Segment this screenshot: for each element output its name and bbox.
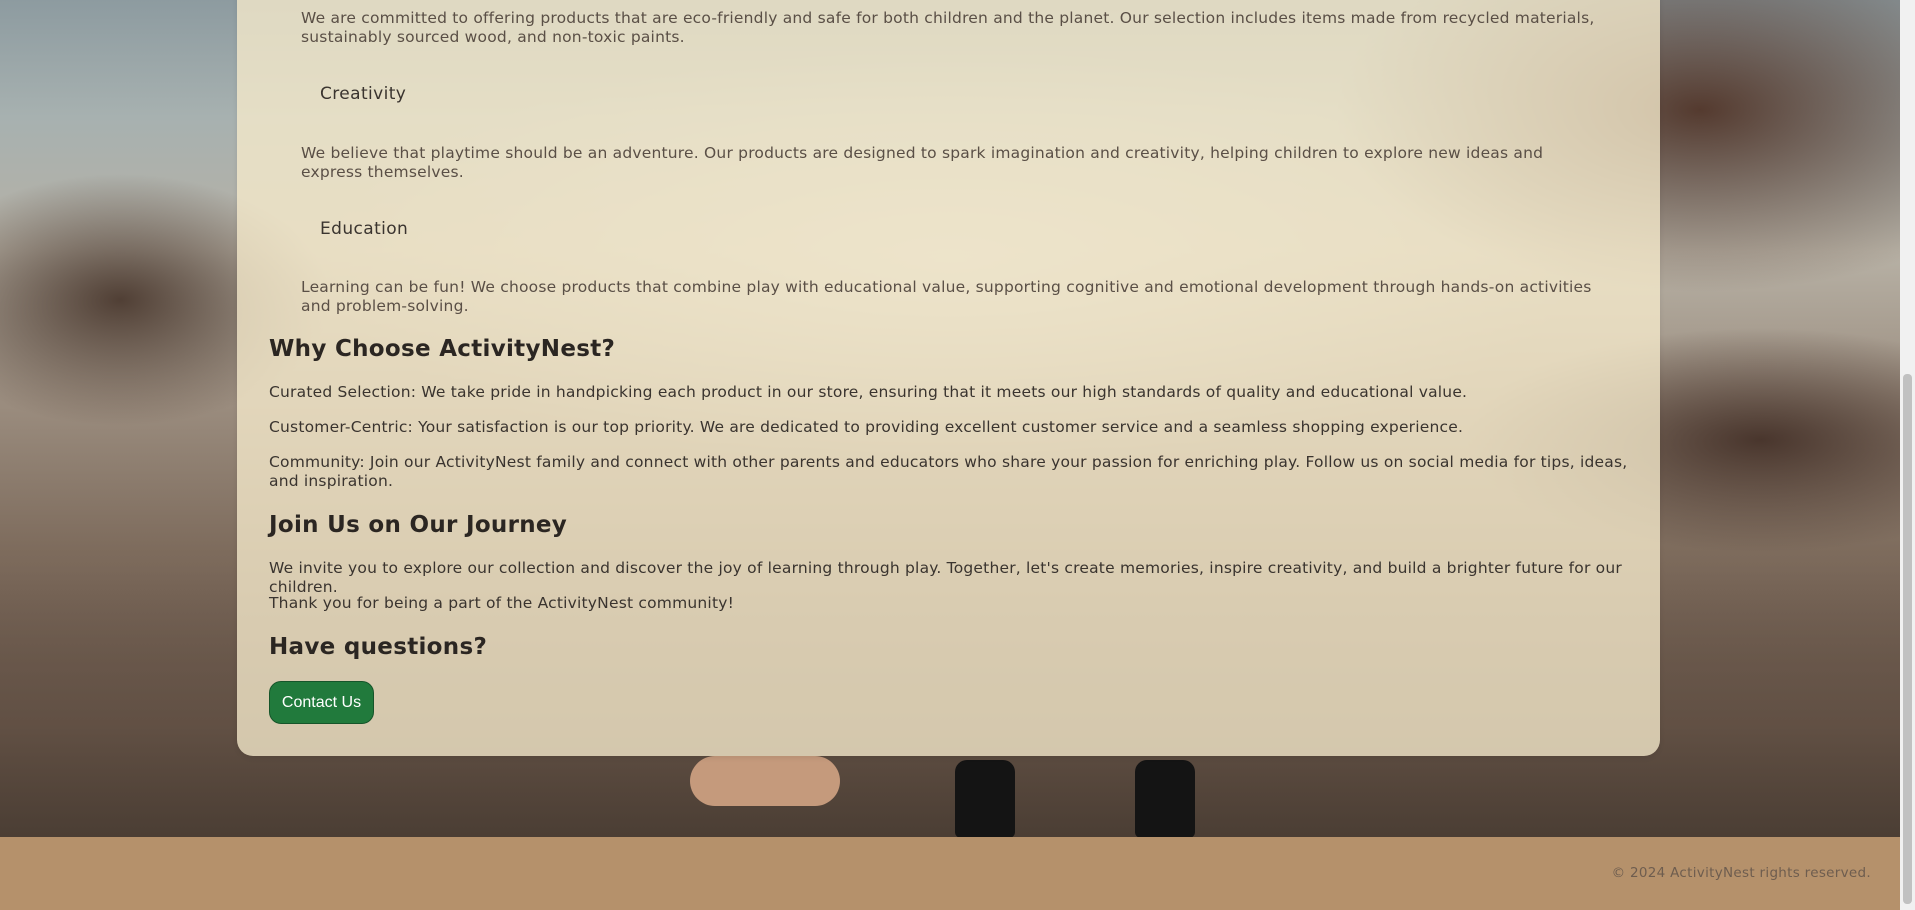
creativity-text: We believe that playtime should be an ad… <box>301 144 1544 181</box>
education-heading: Education <box>320 219 409 239</box>
why-point-curated: Curated Selection: We take pride in hand… <box>269 383 1468 401</box>
journey-heading: Join Us on Our Journey <box>269 512 568 538</box>
questions-heading: Have questions? <box>269 634 488 660</box>
education-text: Learning can be fun! We choose products … <box>301 278 1592 315</box>
child-boot-left <box>955 760 1015 837</box>
child-boot-right <box>1135 760 1195 837</box>
copyright-text: © 2024 ActivityNest rights reserved. <box>1611 865 1871 881</box>
scrollbar-thumb[interactable] <box>1903 374 1912 904</box>
footer: © 2024 ActivityNest rights reserved. <box>0 837 1900 910</box>
creativity-heading: Creativity <box>320 84 407 104</box>
thank-you-text: Thank you for being a part of the Activi… <box>269 594 735 612</box>
vertical-scrollbar[interactable] <box>1900 0 1915 910</box>
bare-feet <box>690 756 840 806</box>
why-point-community: Community: Join our ActivityNest family … <box>269 453 1628 490</box>
contact-us-button[interactable]: Contact Us <box>269 681 374 724</box>
journey-text: We invite you to explore our collection … <box>269 559 1622 596</box>
why-point-customer: Customer-Centric: Your satisfaction is o… <box>269 418 1464 436</box>
why-choose-heading: Why Choose ActivityNest? <box>269 336 616 362</box>
eco-friendly-text: We are committed to offering products th… <box>301 9 1595 46</box>
